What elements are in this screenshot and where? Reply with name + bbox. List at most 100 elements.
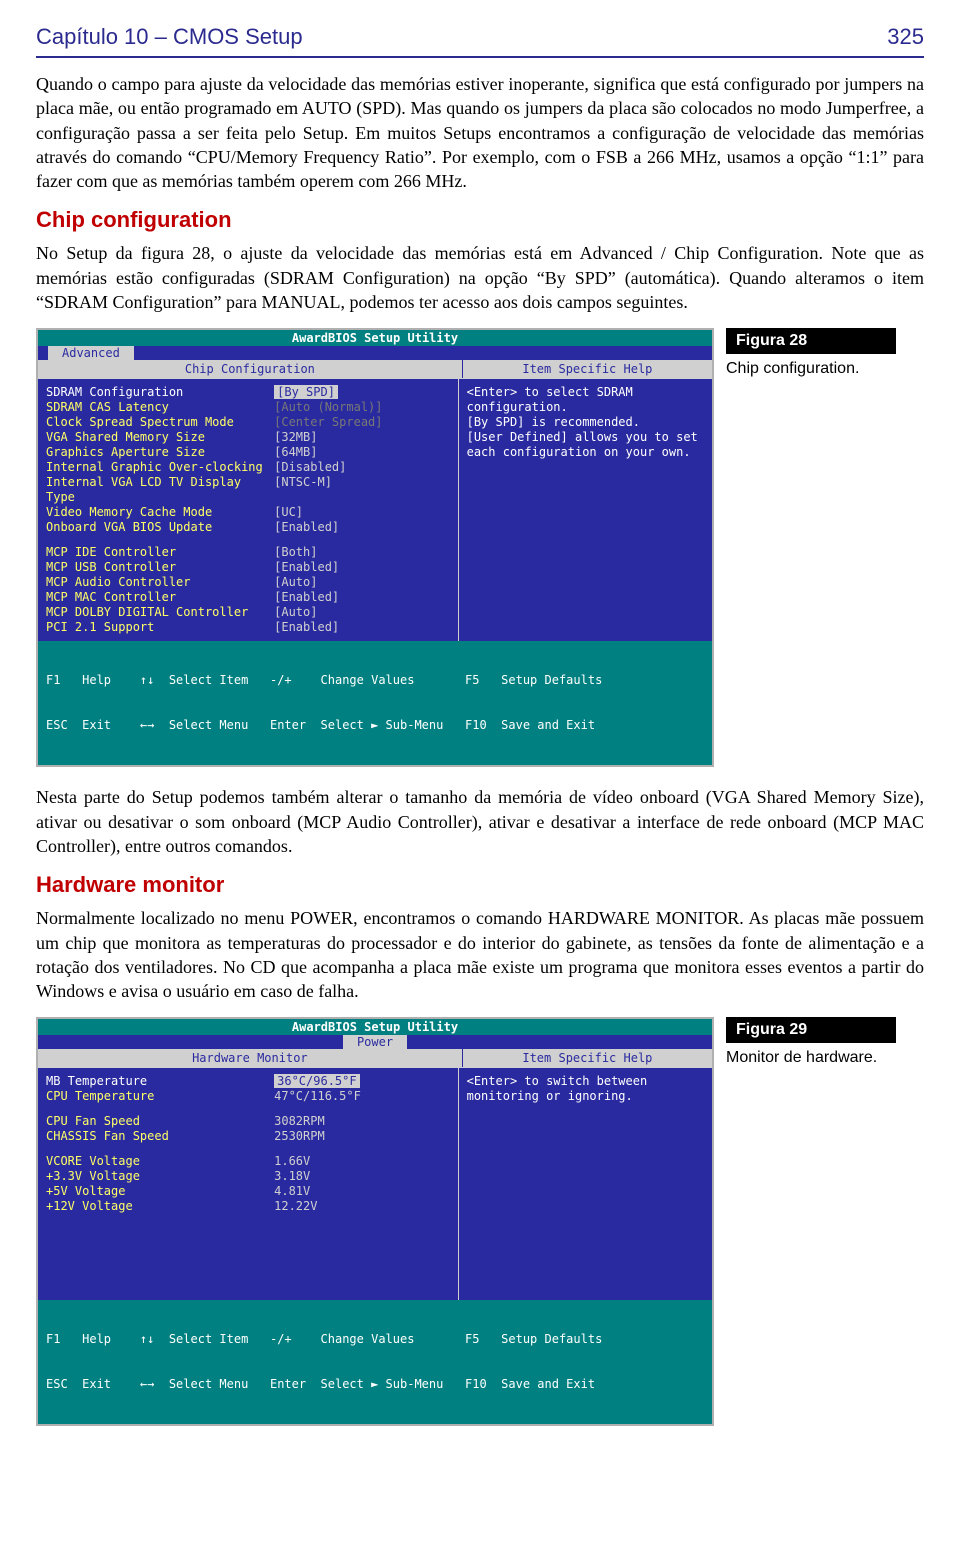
bios-row: +5V Voltage4.81V (46, 1184, 450, 1199)
bios-item-value: [32MB] (274, 430, 449, 445)
bios-row: PCI 2.1 Support[Enabled] (46, 620, 450, 635)
bios-item-label: +5V Voltage (46, 1184, 274, 1199)
bios-item-value: [Auto] (274, 605, 449, 620)
bios-row: Clock Spread Spectrum Mode[Center Spread… (46, 415, 450, 430)
bios-item-value: [NTSC-M] (274, 475, 449, 505)
bios-item-value: [Enabled] (274, 620, 449, 635)
bios-row: +3.3V Voltage3.18V (46, 1169, 450, 1184)
bios-item-value: [UC] (274, 505, 449, 520)
bios-item-label: MCP Audio Controller (46, 575, 274, 590)
bios29-help-title: Item Specific Help (462, 1049, 712, 1067)
bios-row: SDRAM CAS Latency[Auto (Normal)] (46, 400, 450, 415)
bios-item-label: CPU Temperature (46, 1089, 274, 1104)
bios-item-value: [Auto (Normal)] (274, 400, 449, 415)
bios29-help: <Enter> to switch between monitoring or … (459, 1067, 712, 1300)
bios29-footer: F1 Help ↑↓ Select Item -/+ Change Values… (38, 1300, 712, 1424)
chapter-title: Capítulo 10 – CMOS Setup (36, 24, 303, 50)
bios-item-value: 3082RPM (274, 1114, 449, 1129)
bios-item-label: Internal Graphic Over-clocking (46, 460, 274, 475)
bios-row: +12V Voltage12.22V (46, 1199, 450, 1214)
bios-row: Video Memory Cache Mode[UC] (46, 505, 450, 520)
bios28-footer-1: F1 Help ↑↓ Select Item -/+ Change Values… (46, 673, 704, 688)
bios28-help-title: Item Specific Help (462, 360, 712, 378)
figure-29: AwardBIOS Setup Utility Power Hardware M… (36, 1017, 924, 1426)
bios-item-label: MCP USB Controller (46, 560, 274, 575)
bios-item-value: [Center Spread] (274, 415, 449, 430)
bios-row: Internal Graphic Over-clocking[Disabled] (46, 460, 450, 475)
bios-item-value: [Enabled] (274, 590, 449, 605)
bios-row: Onboard VGA BIOS Update[Enabled] (46, 520, 450, 535)
bios-item-label: +3.3V Voltage (46, 1169, 274, 1184)
bios29-tabs: Power (38, 1035, 712, 1049)
bios-row: MCP DOLBY DIGITAL Controller[Auto] (46, 605, 450, 620)
bios-row: MCP Audio Controller[Auto] (46, 575, 450, 590)
bios-item-value: [Both] (274, 545, 449, 560)
figure-29-badge: Figura 29 (726, 1017, 896, 1043)
paragraph-4: Normalmente localizado no menu POWER, en… (36, 906, 924, 1003)
bios28-tabs: Advanced (38, 346, 712, 360)
bios-row: MCP MAC Controller[Enabled] (46, 590, 450, 605)
bios-item-value: 3.18V (274, 1169, 449, 1184)
bios-item-label: SDRAM Configuration (46, 385, 274, 400)
bios-row: Graphics Aperture Size[64MB] (46, 445, 450, 460)
bios-row: CHASSIS Fan Speed2530RPM (46, 1129, 450, 1144)
bios-item-value: 1.66V (274, 1154, 449, 1169)
bios-item-value: [64MB] (274, 445, 449, 460)
bios28-items: SDRAM Configuration[By SPD]SDRAM CAS Lat… (38, 378, 459, 641)
bios-row: CPU Temperature47°C/116.5°F (46, 1089, 450, 1104)
bios28-footer: F1 Help ↑↓ Select Item -/+ Change Values… (38, 641, 712, 765)
bios29-title: AwardBIOS Setup Utility (38, 1019, 712, 1035)
bios28-footer-2: ESC Exit ←→ Select Menu Enter Select ► S… (46, 718, 704, 733)
bios-item-label: Graphics Aperture Size (46, 445, 274, 460)
bios-item-label: CPU Fan Speed (46, 1114, 274, 1129)
bios-row: MCP USB Controller[Enabled] (46, 560, 450, 575)
page-number: 325 (887, 24, 924, 50)
bios28-help-text: <Enter> to select SDRAM configuration. [… (467, 385, 704, 460)
header-rule (36, 56, 924, 58)
bios29-help-text: <Enter> to switch between monitoring or … (467, 1074, 704, 1104)
bios29-section: Hardware Monitor (38, 1049, 462, 1067)
bios-screenshot-29: AwardBIOS Setup Utility Power Hardware M… (36, 1017, 714, 1426)
bios-item-label: Internal VGA LCD TV Display Type (46, 475, 274, 505)
bios-item-value: [Disabled] (274, 460, 449, 475)
bios28-title: AwardBIOS Setup Utility (38, 330, 712, 346)
bios-row: MB Temperature36°C/96.5°F (46, 1074, 450, 1089)
figure-28: AwardBIOS Setup Utility Advanced Chip Co… (36, 328, 924, 767)
bios-item-label: MCP DOLBY DIGITAL Controller (46, 605, 274, 620)
bios-row: VCORE Voltage1.66V (46, 1154, 450, 1169)
paragraph-3: Nesta parte do Setup podemos também alte… (36, 785, 924, 858)
bios28-active-tab: Advanced (48, 346, 134, 360)
bios29-footer-2: ESC Exit ←→ Select Menu Enter Select ► S… (46, 1377, 704, 1392)
figure-28-caption: Chip configuration. (726, 360, 896, 378)
bios-item-label: Onboard VGA BIOS Update (46, 520, 274, 535)
bios-item-label: MB Temperature (46, 1074, 274, 1089)
bios-item-value: [Enabled] (274, 560, 449, 575)
bios-item-label: MCP IDE Controller (46, 545, 274, 560)
bios-item-label: MCP MAC Controller (46, 590, 274, 605)
bios-item-label: VCORE Voltage (46, 1154, 274, 1169)
bios-row: SDRAM Configuration[By SPD] (46, 385, 450, 400)
bios-item-label: Clock Spread Spectrum Mode (46, 415, 274, 430)
bios-item-label: SDRAM CAS Latency (46, 400, 274, 415)
bios-screenshot-28: AwardBIOS Setup Utility Advanced Chip Co… (36, 328, 714, 767)
bios-row: CPU Fan Speed3082RPM (46, 1114, 450, 1129)
bios29-items: MB Temperature36°C/96.5°FCPU Temperature… (38, 1067, 459, 1300)
bios-item-value: [Auto] (274, 575, 449, 590)
paragraph-1: Quando o campo para ajuste da velocidade… (36, 72, 924, 193)
figure-28-badge: Figura 28 (726, 328, 896, 354)
figure-29-caption: Monitor de hardware. (726, 1049, 896, 1067)
bios-item-value: 12.22V (274, 1199, 449, 1214)
heading-hardware-monitor: Hardware monitor (36, 872, 924, 898)
page-header: Capítulo 10 – CMOS Setup 325 (36, 24, 924, 50)
bios-row: MCP IDE Controller[Both] (46, 545, 450, 560)
bios29-footer-1: F1 Help ↑↓ Select Item -/+ Change Values… (46, 1332, 704, 1347)
bios-item-value: 47°C/116.5°F (274, 1089, 449, 1104)
bios-row: Internal VGA LCD TV Display Type[NTSC-M] (46, 475, 450, 505)
bios-item-value: 36°C/96.5°F (274, 1074, 449, 1089)
paragraph-2: No Setup da figura 28, o ajuste da veloc… (36, 241, 924, 314)
bios28-help: <Enter> to select SDRAM configuration. [… (459, 378, 712, 641)
heading-chip-configuration: Chip configuration (36, 207, 924, 233)
bios-row: VGA Shared Memory Size[32MB] (46, 430, 450, 445)
bios-item-label: CHASSIS Fan Speed (46, 1129, 274, 1144)
bios29-active-tab: Power (343, 1035, 407, 1049)
